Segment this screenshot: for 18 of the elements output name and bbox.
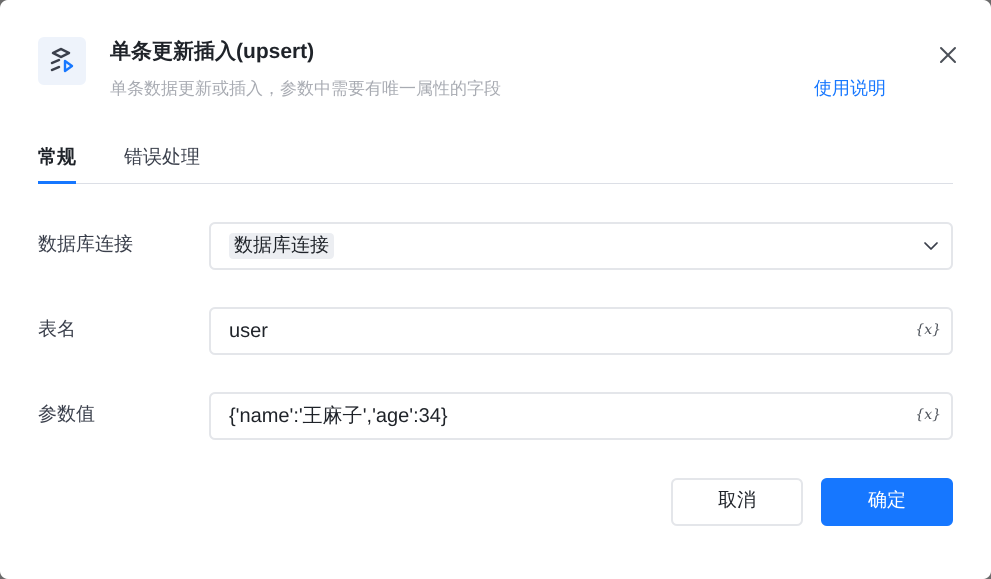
chevron-down-icon <box>924 242 938 250</box>
tab[interactable]: 常规 <box>38 144 76 184</box>
select-field[interactable]: 数据库连接 <box>209 222 953 270</box>
database-icon <box>38 37 86 85</box>
dialog-title: 单条更新插入(upsert) <box>110 38 316 65</box>
variable-button[interactable]: {x} <box>915 320 941 341</box>
tab[interactable]: 错误处理 <box>124 144 200 184</box>
input-field[interactable]: user {x} <box>209 306 953 354</box>
input-field[interactable]: {'name':'王麻子','age':34} {x} <box>209 392 953 440</box>
selected-tag: 数据库连接 <box>229 232 334 258</box>
dialog-subtitle: 单条数据更新或插入，参数中需要有唯一属性的字段 <box>110 78 501 100</box>
help-link[interactable]: 使用说明 <box>814 75 886 102</box>
field-label: 数据库连接 <box>38 233 134 258</box>
variable-button[interactable]: {x} <box>915 405 941 426</box>
field-label: 参数值 <box>38 403 96 428</box>
field-label: 表名 <box>38 318 77 342</box>
confirm-button[interactable]: 确定 <box>821 478 953 526</box>
cancel-button[interactable]: 取消 <box>671 478 803 526</box>
